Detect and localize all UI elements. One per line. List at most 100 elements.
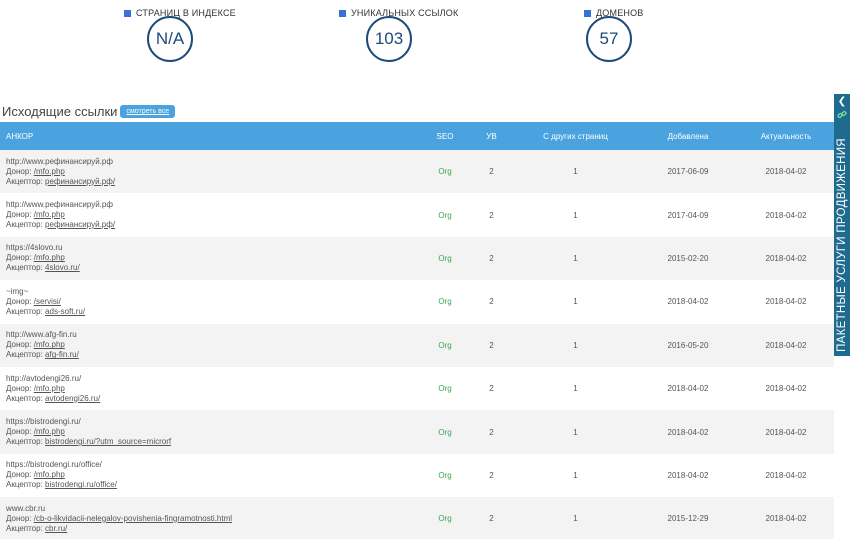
donor-link[interactable]: /mfo.php bbox=[34, 167, 65, 176]
anchor-text: http://avtodengi26.ru/ bbox=[6, 373, 82, 383]
view-all-button[interactable]: смотреть все bbox=[120, 105, 176, 118]
table-row: http://avtodengi26.ru/Донор: /mfo.php Акц… bbox=[0, 367, 834, 410]
side-tab-label: ПАКЕТНЫЕ УСЛУГИ ПРОДВИЖЕНИЯ bbox=[836, 138, 848, 352]
acceptor-link[interactable]: ads-soft.ru/ bbox=[45, 307, 85, 316]
donor-link[interactable]: /mfo.php bbox=[34, 210, 65, 219]
stat-label: УНИКАЛЬНЫХ ССЫЛОК bbox=[351, 8, 459, 18]
table-body: http://www.рефинансируй.рф Донор: /mfo.ph… bbox=[0, 150, 834, 539]
other-pages-cell: 1 bbox=[573, 384, 578, 394]
acceptor-link[interactable]: cbr.ru/ bbox=[45, 524, 67, 533]
anchor-text: ~img~ bbox=[6, 286, 29, 296]
donor-label: Донор: bbox=[6, 166, 32, 176]
yb-cell: 2 bbox=[489, 340, 494, 350]
actual-cell: 2018-04-02 bbox=[765, 210, 807, 220]
acceptor-link[interactable]: рефинансируй.рф/ bbox=[45, 177, 115, 186]
other-pages-cell: 1 bbox=[573, 210, 578, 220]
stat-value-circle: N/A bbox=[147, 16, 193, 62]
acceptor-link[interactable]: avtodengi26.ru/ bbox=[45, 394, 100, 403]
donor-link[interactable]: /mfo.php bbox=[34, 384, 65, 393]
acceptor-link[interactable]: afg-fin.ru/ bbox=[45, 350, 79, 359]
other-pages-cell: 1 bbox=[573, 297, 578, 307]
anchor-text: www.cbr.ru bbox=[6, 503, 46, 513]
donor-link[interactable]: /cb-o-likvidacii-nelegalov-povishenia-fi… bbox=[34, 514, 232, 523]
side-tab-promo[interactable]: ❮ ПАКЕТНЫЕ УСЛУГИ ПРОДВИЖЕНИЯ bbox=[834, 94, 850, 356]
added-cell: 2015-02-20 bbox=[667, 253, 709, 263]
acceptor-label: Акцептор: bbox=[6, 263, 43, 273]
yb-cell: 2 bbox=[489, 514, 494, 524]
header-actual[interactable]: Актуальность bbox=[738, 132, 834, 141]
other-pages-cell: 1 bbox=[573, 167, 578, 177]
anchor-cell: https://bistrodengi.ru/Донор: /mfo.php Ак… bbox=[0, 417, 420, 447]
actual-cell: 2018-04-02 bbox=[765, 384, 807, 394]
stat-value-circle: 103 bbox=[366, 16, 412, 62]
added-cell: 2015-12-29 bbox=[667, 514, 709, 524]
stat-unique-links: УНИКАЛЬНЫХ ССЫЛОК bbox=[339, 8, 458, 18]
added-cell: 2018-04-02 bbox=[667, 470, 709, 480]
acceptor-label: Акцептор: bbox=[6, 523, 43, 533]
donor-label: Донор: bbox=[6, 253, 32, 263]
acceptor-label: Акцептор: bbox=[6, 480, 43, 490]
anchor-text: http://www.afg-fin.ru bbox=[6, 330, 77, 340]
seo-cell: Org bbox=[438, 470, 452, 480]
other-pages-cell: 1 bbox=[573, 253, 578, 263]
donor-link[interactable]: /mfo.php bbox=[34, 470, 65, 479]
donor-link[interactable]: /mfo.php bbox=[34, 340, 65, 349]
square-icon bbox=[584, 9, 591, 17]
actual-cell: 2018-04-02 bbox=[765, 470, 807, 480]
table-header: АНКОР SEO УВ С других страниц Добавлена … bbox=[0, 122, 834, 150]
donor-label: Донор: bbox=[6, 513, 32, 523]
added-cell: 2016-05-20 bbox=[667, 340, 709, 350]
donor-label: Донор: bbox=[6, 296, 32, 306]
acceptor-link[interactable]: bistrodengi.ru/?utm_source=microrf bbox=[45, 437, 171, 446]
anchor-cell: http://www.рефинансируй.рф Донор: /mfo.ph… bbox=[0, 200, 420, 230]
header-seo[interactable]: SEO bbox=[420, 132, 470, 141]
other-pages-cell: 1 bbox=[573, 514, 578, 524]
anchor-cell: www.cbr.ru Донор: /cb-o-likvidacii-nelega… bbox=[0, 504, 420, 534]
acceptor-label: Акцептор: bbox=[6, 176, 43, 186]
chevron-left-icon[interactable]: ❮ bbox=[834, 96, 850, 108]
seo-cell: Org bbox=[438, 340, 452, 350]
actual-cell: 2018-04-02 bbox=[765, 297, 807, 307]
acceptor-label: Акцептор: bbox=[6, 306, 43, 316]
table-row: http://www.рефинансируй.рф Донор: /mfo.ph… bbox=[0, 193, 834, 236]
acceptor-link[interactable]: рефинансируй.рф/ bbox=[45, 220, 115, 229]
anchor-text: http://www.рефинансируй.рф bbox=[6, 156, 113, 166]
stat-label: СТРАНИЦ В ИНДЕКСЕ bbox=[136, 8, 236, 18]
header-yb[interactable]: УВ bbox=[470, 132, 513, 141]
anchor-text: https://bistrodengi.ru/ bbox=[6, 417, 81, 427]
donor-label: Донор: bbox=[6, 470, 32, 480]
donor-label: Донор: bbox=[6, 210, 32, 220]
added-cell: 2017-06-09 bbox=[667, 167, 709, 177]
donor-link[interactable]: /servisi/ bbox=[34, 297, 61, 306]
header-added[interactable]: Добавлена bbox=[638, 132, 738, 141]
added-cell: 2018-04-02 bbox=[667, 384, 709, 394]
yb-cell: 2 bbox=[489, 384, 494, 394]
yb-cell: 2 bbox=[489, 210, 494, 220]
donor-label: Донор: bbox=[6, 340, 32, 350]
anchor-cell: https://bistrodengi.ru/office/Донор: /mf… bbox=[0, 460, 420, 490]
anchor-text: https://4slovo.ru bbox=[6, 243, 63, 253]
yb-cell: 2 bbox=[489, 253, 494, 263]
anchor-cell: https://4slovo.ru Донор: /mfo.php Акцептор… bbox=[0, 243, 420, 273]
other-pages-cell: 1 bbox=[573, 427, 578, 437]
donor-link[interactable]: /mfo.php bbox=[34, 427, 65, 436]
yb-cell: 2 bbox=[489, 470, 494, 480]
actual-cell: 2018-04-02 bbox=[765, 340, 807, 350]
seo-cell: Org bbox=[438, 167, 452, 177]
other-pages-cell: 1 bbox=[573, 470, 578, 480]
seo-cell: Org bbox=[438, 514, 452, 524]
header-anchor[interactable]: АНКОР bbox=[0, 132, 420, 141]
yb-cell: 2 bbox=[489, 427, 494, 437]
seo-cell: Org bbox=[438, 297, 452, 307]
other-pages-cell: 1 bbox=[573, 340, 578, 350]
anchor-text: https://bistrodengi.ru/office/ bbox=[6, 460, 102, 470]
outgoing-links-table: АНКОР SEO УВ С других страниц Добавлена … bbox=[0, 122, 834, 539]
acceptor-link[interactable]: 4slovo.ru/ bbox=[45, 263, 80, 272]
acceptor-link[interactable]: bistrodengi.ru/office/ bbox=[45, 480, 117, 489]
header-other-pages[interactable]: С других страниц bbox=[513, 132, 638, 141]
anchor-cell: ~img~ Донор: /servisi/Акцептор: ads-soft.… bbox=[0, 287, 420, 317]
added-cell: 2018-04-02 bbox=[667, 427, 709, 437]
donor-link[interactable]: /mfo.php bbox=[34, 253, 65, 262]
seo-cell: Org bbox=[438, 427, 452, 437]
yb-cell: 2 bbox=[489, 167, 494, 177]
